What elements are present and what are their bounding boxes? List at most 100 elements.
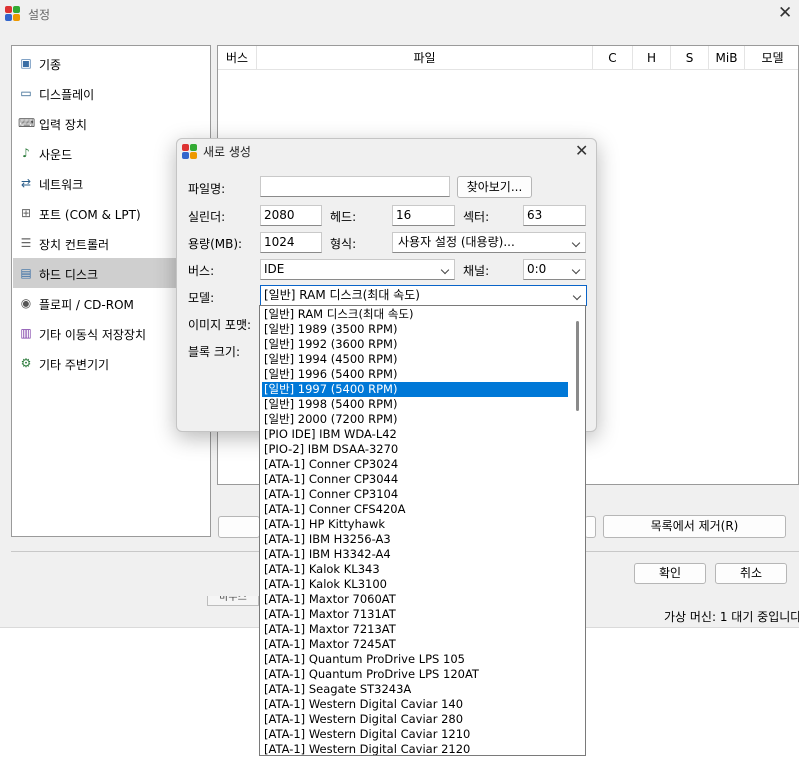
model-option[interactable]: [일반] RAM 디스크(최대 속도) — [262, 307, 568, 322]
model-label: 모델: — [188, 291, 215, 305]
dialog-title: 새로 생성 — [203, 145, 251, 159]
category-label: 포트 (COM & LPT) — [39, 208, 141, 222]
column-header-bus[interactable]: 버스 — [218, 46, 257, 70]
peripheral-icon: ⚙ — [20, 356, 32, 370]
column-header-s[interactable]: S — [671, 46, 709, 70]
heads-field[interactable]: 16 — [392, 205, 455, 226]
block-size-label: 블록 크기: — [188, 345, 241, 359]
remove-from-list-button[interactable]: 목록에서 제거(R) — [603, 515, 786, 538]
model-option[interactable]: [ATA-1] Kalok KL343 — [262, 562, 568, 577]
sectors-label: 섹터: — [463, 210, 490, 224]
category-label: 하드 디스크 — [39, 268, 99, 282]
model-option[interactable]: [PIO-2] IBM DSAA-3270 — [262, 442, 568, 457]
harddisk-icon: ▤ — [20, 266, 32, 280]
dialog-app-icon — [182, 144, 198, 160]
model-option[interactable]: [ATA-1] Conner CP3104 — [262, 487, 568, 502]
bus-select[interactable]: IDE — [260, 259, 455, 280]
model-option[interactable]: [일반] 1994 (4500 RPM) — [262, 352, 568, 367]
disk-table-header: 버스 파일 C H S MiB 모델 — [218, 46, 798, 70]
model-option[interactable]: [ATA-1] Maxtor 7131AT — [262, 607, 568, 622]
model-option[interactable]: [ATA-1] Western Digital Caviar 280 — [262, 712, 568, 727]
model-option[interactable]: [ATA-1] IBM H3256-A3 — [262, 532, 568, 547]
settings-titlebar: 설정 ✕ — [0, 0, 799, 28]
model-option[interactable]: [ATA-1] Quantum ProDrive LPS 120AT — [262, 667, 568, 682]
cylinders-field[interactable]: 2080 — [260, 205, 322, 226]
column-header-mib[interactable]: MiB — [709, 46, 745, 70]
column-header-c[interactable]: C — [593, 46, 633, 70]
category-label: 장치 컨트롤러 — [39, 238, 110, 252]
model-option[interactable]: [ATA-1] Quantum ProDrive LPS 105 — [262, 652, 568, 667]
model-select[interactable]: [일반] RAM 디스크(최대 속도) — [260, 285, 587, 306]
close-icon[interactable]: ✕ — [778, 5, 792, 22]
chevron-down-icon — [571, 238, 581, 248]
column-header-model[interactable]: 모델 — [745, 46, 799, 70]
channel-select-value: 0:0 — [527, 262, 547, 276]
model-option[interactable]: [ATA-1] Western Digital Caviar 140 — [262, 697, 568, 712]
model-option[interactable]: [ATA-1] IBM H3342-A4 — [262, 547, 568, 562]
app-icon — [5, 6, 21, 22]
category-item[interactable]: ⌨ 입력 장치 — [13, 108, 209, 138]
model-option[interactable]: [ATA-1] Maxtor 7213AT — [262, 622, 568, 637]
category-item[interactable]: ▭ 디스플레이 — [13, 78, 209, 108]
model-option[interactable]: [ATA-1] Maxtor 7245AT — [262, 637, 568, 652]
category-label: 플로피 / CD-ROM — [39, 298, 134, 312]
chevron-down-icon — [571, 265, 581, 275]
bus-select-value: IDE — [264, 262, 285, 276]
model-dropdown-list: [일반] RAM 디스크(최대 속도) [일반] 1989 (3500 RPM)[… — [259, 305, 586, 756]
settings-title: 설정 — [28, 8, 51, 22]
model-select-value: [일반] RAM 디스크(최대 속도) — [264, 288, 420, 302]
vm-status-text: 가상 머신: 1 대기 중입니다 — [664, 610, 799, 624]
floppy-icon: ◉ — [20, 296, 32, 310]
model-option[interactable]: [ATA-1] Western Digital Caviar 2120 — [262, 742, 568, 755]
model-option[interactable]: [ATA-1] Conner CP3044 — [262, 472, 568, 487]
category-label: 입력 장치 — [39, 118, 87, 132]
dropdown-scrollbar[interactable] — [576, 321, 579, 411]
model-option[interactable]: [ATA-1] Conner CP3024 — [262, 457, 568, 472]
model-option[interactable]: [일반] 1989 (3500 RPM) — [262, 322, 568, 337]
filename-label: 파일명: — [188, 182, 226, 196]
removable-icon: ▥ — [20, 326, 32, 340]
hidden-button-left[interactable] — [218, 516, 260, 538]
browse-button[interactable]: 찾아보기... — [457, 176, 532, 198]
model-option[interactable]: [ATA-1] Maxtor 7060AT — [262, 592, 568, 607]
model-option[interactable]: [PIO IDE] IBM WDA-L42 — [262, 427, 568, 442]
channel-label: 채널: — [463, 264, 490, 278]
category-label: 사운드 — [39, 148, 73, 162]
model-option[interactable]: [일반] 2000 (7200 RPM) — [262, 412, 568, 427]
model-option[interactable]: [ATA-1] HP Kittyhawk — [262, 517, 568, 532]
computer-icon: ▣ — [20, 56, 32, 70]
network-icon: ⇄ — [20, 176, 32, 190]
model-option[interactable]: [ATA-1] Kalok KL3100 — [262, 577, 568, 592]
chevron-down-icon — [440, 265, 450, 275]
image-format-label: 이미지 포맷: — [188, 318, 252, 332]
filename-field[interactable] — [260, 176, 450, 197]
sectors-field[interactable]: 63 — [523, 205, 586, 226]
type-label: 형식: — [330, 237, 357, 251]
hidden-button-right[interactable] — [585, 516, 596, 538]
model-option[interactable]: [일반] 1992 (3600 RPM) — [262, 337, 568, 352]
cancel-button[interactable]: 취소 — [715, 563, 787, 584]
category-label: 디스플레이 — [39, 88, 95, 102]
chevron-down-icon — [572, 291, 582, 301]
model-option[interactable]: [ATA-1] Seagate ST3243A — [262, 682, 568, 697]
model-option[interactable]: [일반] 1997 (5400 RPM) — [262, 382, 568, 397]
column-header-h[interactable]: H — [633, 46, 671, 70]
category-label: 기종 — [39, 58, 62, 72]
size-field[interactable]: 1024 — [260, 232, 322, 253]
dialog-close-icon[interactable]: ✕ — [575, 143, 588, 159]
port-icon: ⊞ — [20, 206, 32, 220]
model-option[interactable]: [ATA-1] Western Digital Caviar 1210 — [262, 727, 568, 742]
partial-mouse-button[interactable]: 마우스 — [207, 596, 259, 606]
type-select[interactable]: 사용자 설정 (대용량)... — [392, 232, 586, 253]
category-label: 네트워크 — [39, 178, 84, 192]
model-option[interactable]: [일반] 1996 (5400 RPM) — [262, 367, 568, 382]
ok-button[interactable]: 확인 — [634, 563, 706, 584]
category-label: 기타 이동식 저장장치 — [39, 328, 146, 342]
model-option[interactable]: [ATA-1] Conner CFS420A — [262, 502, 568, 517]
cylinders-label: 실린더: — [188, 210, 226, 224]
sound-icon: ♪ — [22, 146, 30, 160]
channel-select[interactable]: 0:0 — [523, 259, 586, 280]
model-option[interactable]: [일반] 1998 (5400 RPM) — [262, 397, 568, 412]
column-header-file[interactable]: 파일 — [257, 46, 593, 70]
category-item[interactable]: ▣ 기종 — [13, 48, 209, 78]
